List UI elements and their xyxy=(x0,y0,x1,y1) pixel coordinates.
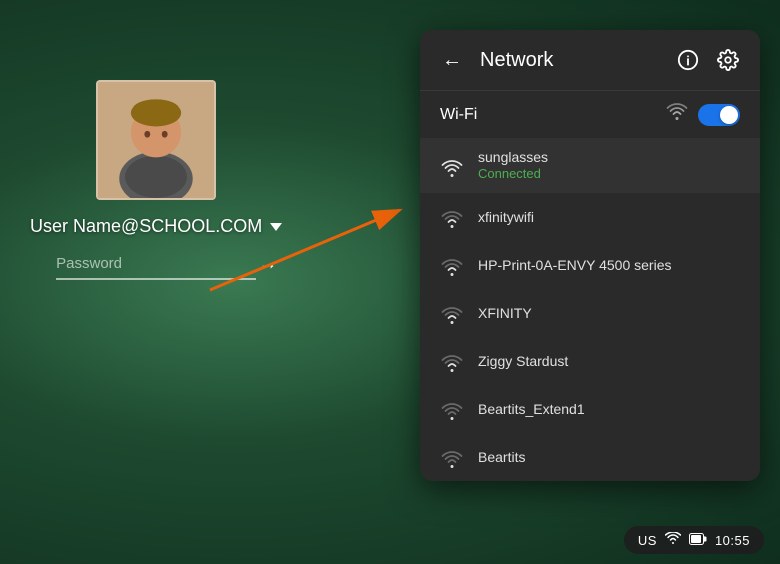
info-icon xyxy=(677,49,699,71)
network-item-beartits-extend[interactable]: Beartits_Extend1 xyxy=(420,385,760,433)
network-name: XFINITY xyxy=(478,304,740,322)
gear-icon xyxy=(717,49,739,71)
network-info-xfinity2: XFINITY xyxy=(478,304,740,322)
network-info-xfinitywifi: xfinitywifi xyxy=(478,208,740,226)
network-name: xfinitywifi xyxy=(478,208,740,226)
network-item-xfinity[interactable]: XFINITY xyxy=(420,289,760,337)
header-icons xyxy=(672,44,744,76)
network-info-beartits: Beartits xyxy=(478,448,740,466)
wifi-signal-icon-beartits-ext xyxy=(440,397,464,421)
taskbar-region: US xyxy=(638,533,657,548)
wifi-header-row: Wi-Fi xyxy=(420,91,760,138)
network-name: HP-Print-0A-ENVY 4500 series xyxy=(478,256,740,274)
network-item-hp-print[interactable]: HP-Print-0A-ENVY 4500 series xyxy=(420,241,760,289)
taskbar-wifi-icon xyxy=(665,532,681,548)
network-item-sunglasses[interactable]: sunglasses Connected xyxy=(420,138,760,193)
taskbar-battery-icon xyxy=(689,532,707,548)
wifi-controls xyxy=(666,103,740,126)
wifi-signal-icon-ziggy xyxy=(440,349,464,373)
toggle-knob xyxy=(720,106,738,124)
password-field-row: → xyxy=(56,253,256,280)
wifi-signal-icon-beartits xyxy=(440,445,464,469)
network-item-ziggy[interactable]: Ziggy Stardust xyxy=(420,337,760,385)
username-label: User Name@SCHOOL.COM xyxy=(30,216,262,237)
network-name: sunglasses xyxy=(478,148,740,166)
panel-title: Network xyxy=(480,49,660,72)
back-button[interactable]: ← xyxy=(436,44,468,76)
panel-header: ← Network xyxy=(420,30,760,91)
network-panel: ← Network Wi-Fi xyxy=(420,30,760,481)
user-row: User Name@SCHOOL.COM xyxy=(30,216,282,237)
wifi-signal-icon-xfinity2 xyxy=(440,301,464,325)
network-info-sunglasses: sunglasses Connected xyxy=(478,148,740,183)
password-input[interactable] xyxy=(56,255,255,272)
wifi-signal-icon-xfinity xyxy=(440,205,464,229)
taskbar: US 10:55 xyxy=(624,526,764,554)
network-item-xfinitywifi[interactable]: xfinitywifi xyxy=(420,193,760,241)
network-info-beartits-ext: Beartits_Extend1 xyxy=(478,400,740,418)
network-info-hp: HP-Print-0A-ENVY 4500 series xyxy=(478,256,740,274)
avatar xyxy=(96,80,216,200)
chevron-down-icon[interactable] xyxy=(270,223,282,231)
network-info-ziggy: Ziggy Stardust xyxy=(478,352,740,370)
wifi-label: Wi-Fi xyxy=(440,106,477,124)
network-status-connected: Connected xyxy=(478,166,740,183)
settings-button[interactable] xyxy=(712,44,744,76)
wifi-signal-icon-hp xyxy=(440,253,464,277)
wifi-toggle[interactable] xyxy=(698,104,740,126)
network-name: Ziggy Stardust xyxy=(478,352,740,370)
wifi-signal-icon-sunglasses xyxy=(440,154,464,178)
taskbar-time: 10:55 xyxy=(715,533,750,548)
network-list: sunglasses Connected xfinitywifi xyxy=(420,138,760,481)
network-item-beartits[interactable]: Beartits xyxy=(420,433,760,481)
login-area: User Name@SCHOOL.COM → xyxy=(30,80,282,280)
network-name: Beartits xyxy=(478,448,740,466)
network-name: Beartits_Extend1 xyxy=(478,400,740,418)
info-button[interactable] xyxy=(672,44,704,76)
submit-button[interactable]: → xyxy=(255,253,281,274)
wifi-signal-icon xyxy=(666,103,688,126)
